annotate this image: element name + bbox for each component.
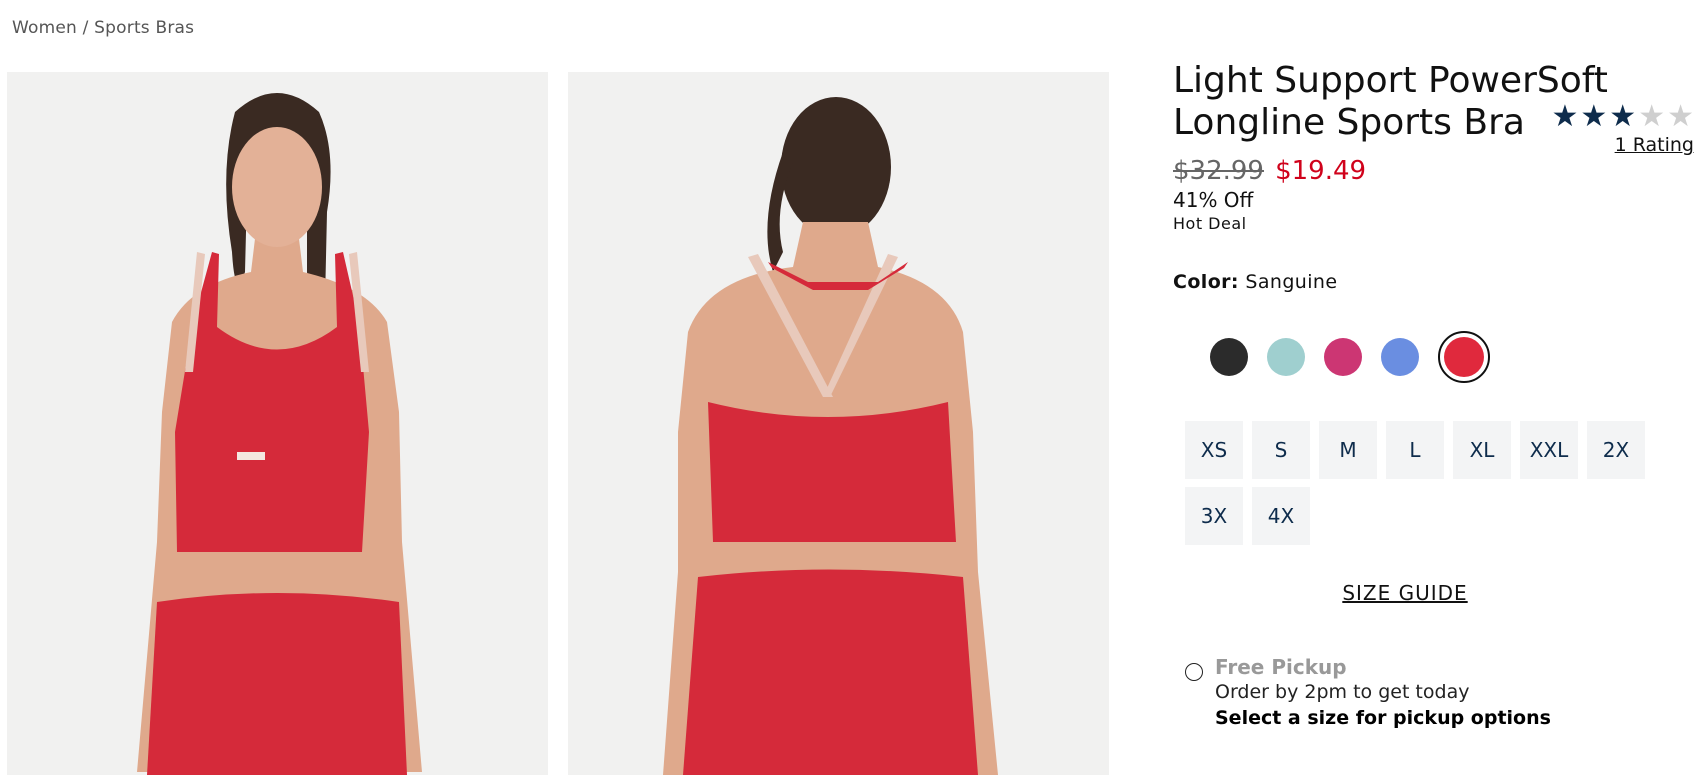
size-button-3x[interactable]: 3X	[1185, 487, 1243, 545]
color-value: Sanguine	[1245, 271, 1338, 293]
product-photo-front	[7, 72, 548, 775]
product-title: Light Support PowerSoft Longline Sports …	[1173, 60, 1608, 143]
color-swatch-pink[interactable]	[1324, 338, 1362, 376]
star-icon: ★	[1638, 99, 1666, 134]
star-icon: ★	[1551, 99, 1579, 134]
color-swatch-fill	[1444, 337, 1484, 377]
star-rating: ★ ★ ★ ★ ★	[1551, 102, 1694, 132]
size-selector: XS S M L XL XXL 2X 3X 4X	[1185, 421, 1665, 545]
product-info: Light Support PowerSoft Longline Sports …	[1173, 60, 1706, 729]
color-label: Color: Sanguine	[1173, 271, 1706, 293]
pickup-radio[interactable]	[1185, 663, 1203, 681]
size-button-xs[interactable]: XS	[1185, 421, 1243, 479]
original-price: $32.99	[1173, 156, 1264, 186]
color-swatch-blue[interactable]	[1381, 338, 1419, 376]
star-icon: ★	[1609, 99, 1637, 134]
size-button-l[interactable]: L	[1386, 421, 1444, 479]
color-swatch-aqua[interactable]	[1267, 338, 1305, 376]
deal-badge: Hot Deal	[1173, 214, 1247, 233]
pickup-title: Free Pickup	[1215, 655, 1347, 679]
size-guide-link[interactable]: SIZE GUIDE	[1185, 581, 1625, 605]
size-button-4x[interactable]: 4X	[1252, 487, 1310, 545]
product-image-back[interactable]	[568, 72, 1109, 775]
pickup-subtitle: Order by 2pm to get today	[1215, 681, 1470, 703]
sale-price: $19.49	[1275, 156, 1367, 186]
rating: ★ ★ ★ ★ ★ 1 Rating	[1551, 102, 1694, 157]
pickup-note: Select a size for pickup options	[1215, 707, 1551, 729]
color-swatch-sanguine[interactable]	[1438, 331, 1490, 383]
color-swatches	[1210, 331, 1706, 383]
star-icon: ★	[1667, 99, 1694, 134]
product-page: Women / Sports Bras Light Support PowerS…	[0, 0, 1706, 775]
breadcrumb-separator: /	[82, 18, 89, 38]
breadcrumb: Women / Sports Bras	[12, 18, 194, 38]
size-button-2x[interactable]: 2X	[1587, 421, 1645, 479]
size-button-xxl[interactable]: XXL	[1520, 421, 1578, 479]
product-photo-back	[568, 72, 1109, 775]
star-icon: ★	[1580, 99, 1608, 134]
discount-label: 41% Off	[1173, 188, 1254, 212]
product-image-front[interactable]	[7, 72, 548, 775]
rating-link[interactable]: 1 Rating	[1615, 134, 1694, 156]
color-label-key: Color:	[1173, 271, 1239, 293]
size-button-s[interactable]: S	[1252, 421, 1310, 479]
size-button-m[interactable]: M	[1319, 421, 1377, 479]
breadcrumb-item-sports-bras[interactable]: Sports Bras	[94, 18, 194, 38]
size-button-xl[interactable]: XL	[1453, 421, 1511, 479]
color-swatch-black[interactable]	[1210, 338, 1248, 376]
price-row: $32.99 $19.49	[1173, 156, 1706, 186]
pickup-option: Free Pickup Order by 2pm to get today Se…	[1185, 655, 1706, 729]
breadcrumb-item-women[interactable]: Women	[12, 18, 77, 38]
